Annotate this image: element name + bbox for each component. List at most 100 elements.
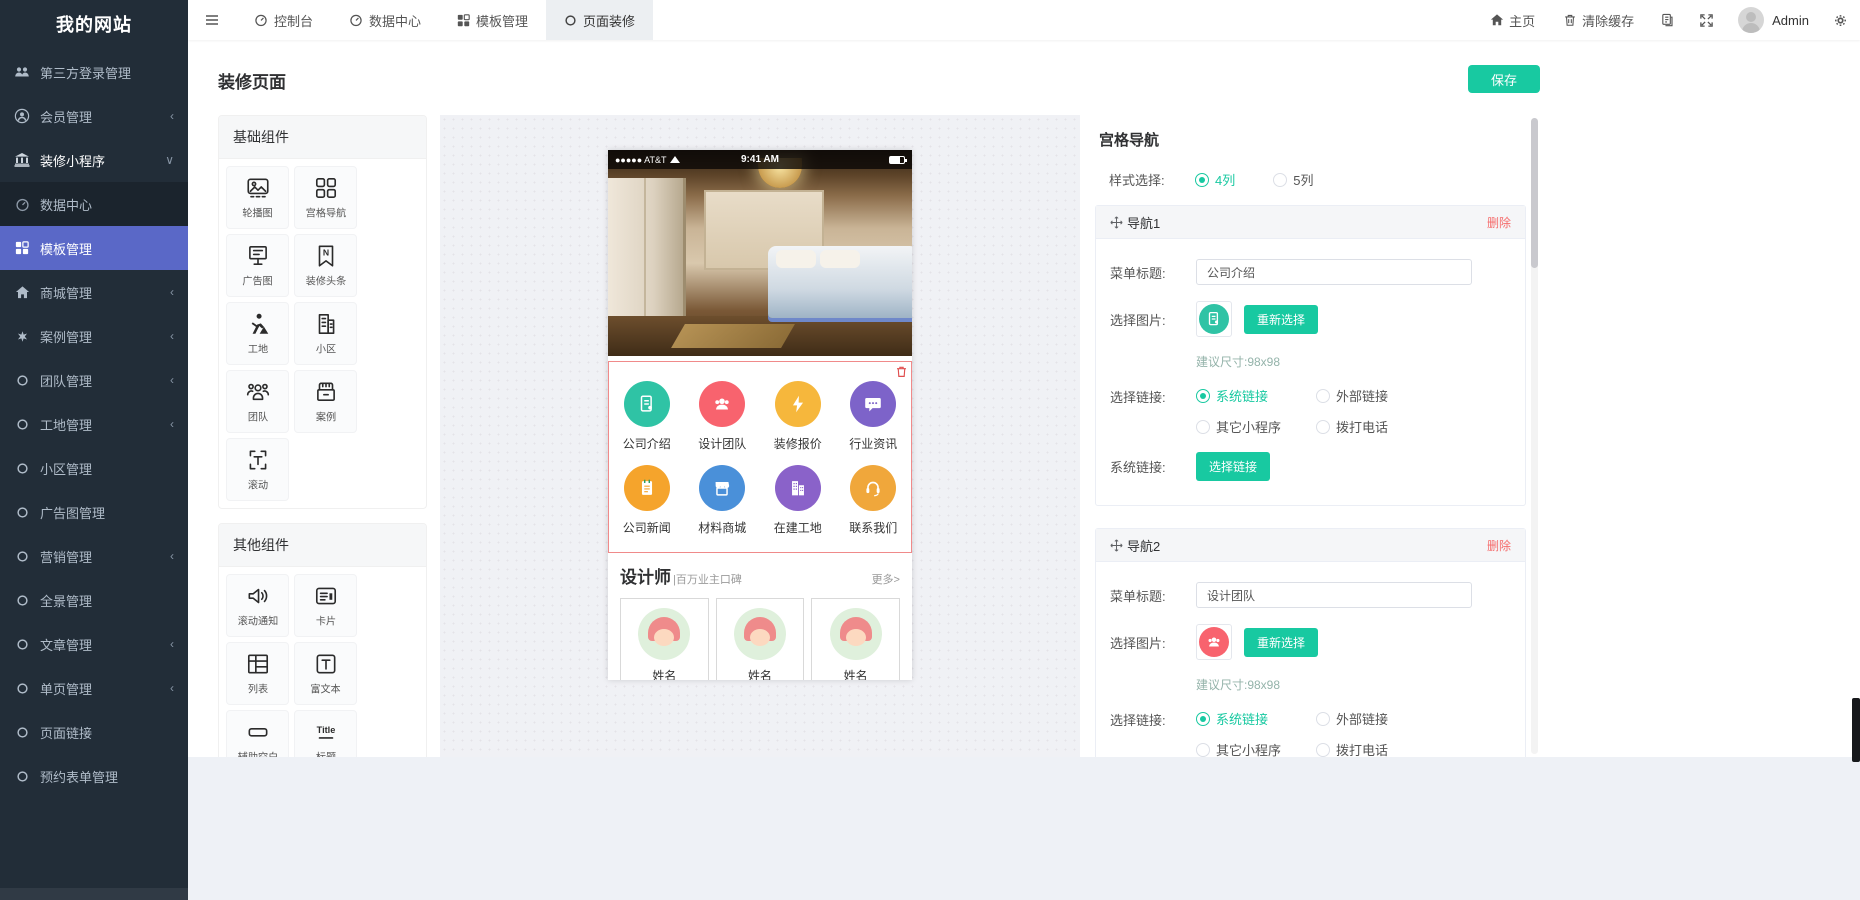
- component-tile-ad-image[interactable]: 广告图: [226, 234, 289, 297]
- grid-nav-item-contact-us[interactable]: 联系我们: [836, 456, 912, 540]
- choose-link-label: 选择链接:: [1096, 386, 1196, 406]
- designer-cards: 姓名 简介 查看作品 姓名 简介 查看作品 姓名 简介 查看作品: [620, 598, 900, 680]
- nav2-card-header[interactable]: 导航2 删除: [1096, 529, 1525, 562]
- grid-nav-item-material-mall[interactable]: 材料商城: [685, 456, 761, 540]
- company-intro-icon: [624, 381, 670, 427]
- grid-nav-label: 行业资讯: [849, 435, 897, 452]
- tab-template-manage[interactable]: 模板管理: [439, 0, 546, 40]
- nav1-radio-phone-call[interactable]: 拨打电话: [1316, 417, 1436, 436]
- grid-nav-item-industry-news[interactable]: 行业资讯: [836, 372, 912, 456]
- nav2-radio-system-link[interactable]: 系统链接: [1196, 709, 1316, 728]
- component-tile-spacer[interactable]: 辅助空白: [226, 710, 289, 757]
- grid-nav-item-company-news[interactable]: 公司新闻: [609, 456, 685, 540]
- tab-page-decorate[interactable]: 页面装修: [546, 0, 653, 40]
- component-tile-case[interactable]: 案例: [294, 370, 357, 433]
- nav2-rechoose-button[interactable]: 重新选择: [1244, 628, 1318, 657]
- nav1-image-thumb[interactable]: [1196, 301, 1232, 337]
- home-link[interactable]: 主页: [1476, 0, 1549, 40]
- nav1-rechoose-button[interactable]: 重新选择: [1244, 305, 1318, 334]
- component-tile-grid-nav[interactable]: 宫格导航: [294, 166, 357, 229]
- nav1-card: 导航1 删除 菜单标题: 选择图片: 重新选择: [1095, 205, 1526, 506]
- drag-move-icon[interactable]: [1110, 216, 1123, 229]
- component-tile-team[interactable]: 团队: [226, 370, 289, 433]
- clear-cache-link[interactable]: 清除缓存: [1549, 0, 1648, 40]
- nav1-radio-other-miniprogram[interactable]: 其它小程序: [1196, 417, 1316, 436]
- component-tile-headline[interactable]: N 装修头条: [294, 234, 357, 297]
- sidebar-item-label: 页面链接: [40, 723, 174, 742]
- sidebar-subitem-data-center[interactable]: 数据中心: [0, 182, 188, 226]
- component-tile-title[interactable]: Title 标题: [294, 710, 357, 757]
- fullscreen-icon[interactable]: [1687, 0, 1726, 40]
- delete-block-icon[interactable]: [895, 365, 908, 381]
- save-button[interactable]: 保存: [1468, 65, 1540, 93]
- grid-nav-block-selected[interactable]: 公司介绍 设计团队 装修报价: [608, 361, 912, 553]
- nav1-choose-link-button[interactable]: 选择链接: [1196, 452, 1270, 481]
- file-copy-icon[interactable]: [1648, 0, 1687, 40]
- nav1-radio-external-link[interactable]: 外部链接: [1316, 386, 1436, 405]
- designer-more-link[interactable]: 更多>: [872, 571, 900, 587]
- component-tile-carousel[interactable]: 轮播图: [226, 166, 289, 229]
- nav1-delete-link[interactable]: 删除: [1487, 214, 1511, 231]
- sidebar-item-booking-forms[interactable]: 预约表单管理: [0, 754, 188, 798]
- grid-nav-item-active-worksite[interactable]: 在建工地: [760, 456, 836, 540]
- designer-block[interactable]: 设计师 |百万业主口碑 更多> 姓名 简介 查看作品 姓名 简介: [608, 553, 912, 680]
- tab-console[interactable]: 控制台: [236, 0, 331, 40]
- window-scrollbar-thumb[interactable]: [1852, 698, 1860, 762]
- sidebar-item-label: 预约表单管理: [40, 767, 174, 786]
- banner-image[interactable]: 9:41 AM ●●●●● AT&T: [608, 150, 912, 356]
- sidebar-subitem-template-manage[interactable]: 模板管理: [0, 226, 188, 270]
- sidebar-item-cases[interactable]: 案例管理 ‹: [0, 314, 188, 358]
- sidebar-item-marketing[interactable]: 营销管理 ‹: [0, 534, 188, 578]
- nav2-radio-phone-call[interactable]: 拨打电话: [1316, 740, 1436, 757]
- nav1-radio-system-link[interactable]: 系统链接: [1196, 386, 1316, 405]
- radio-4-columns[interactable]: 4列: [1195, 170, 1235, 189]
- active-worksite-icon: [775, 465, 821, 511]
- grid-nav-item-design-team[interactable]: 设计团队: [685, 372, 761, 456]
- component-tile-community[interactable]: 小区: [294, 302, 357, 365]
- nav1-menu-title-input[interactable]: [1196, 259, 1472, 285]
- title-text-icon: Title: [313, 719, 339, 745]
- sidebar-item-decor-miniprogram[interactable]: 装修小程序 ∨: [0, 138, 188, 182]
- nav2-title: 导航2: [1127, 536, 1160, 555]
- radio-5-columns[interactable]: 5列: [1273, 170, 1313, 189]
- nav1-card-header[interactable]: 导航1 删除: [1096, 206, 1525, 239]
- sidebar-item-worksite[interactable]: 工地管理 ‹: [0, 402, 188, 446]
- contact-headset-icon: [850, 465, 896, 511]
- sidebar-item-articles[interactable]: 文章管理 ‹: [0, 622, 188, 666]
- tab-data-center[interactable]: 数据中心: [331, 0, 439, 40]
- component-tile-scroll-notice[interactable]: 滚动通知: [226, 574, 289, 637]
- tile-label: 滚动: [247, 477, 267, 492]
- nav1-title: 导航1: [1127, 213, 1160, 232]
- nav2-radio-external-link[interactable]: 外部链接: [1316, 709, 1436, 728]
- sidebar-item-third-party-login[interactable]: 第三方登录管理: [0, 50, 188, 94]
- grid-nav-item-quote[interactable]: 装修报价: [760, 372, 836, 456]
- sidebar-item-members[interactable]: 会员管理 ‹: [0, 94, 188, 138]
- drag-move-icon[interactable]: [1110, 539, 1123, 552]
- component-tile-worksite[interactable]: 工地: [226, 302, 289, 365]
- component-tile-list[interactable]: 列表: [226, 642, 289, 705]
- sidebar-item-panorama[interactable]: 全景管理: [0, 578, 188, 622]
- component-tile-scroll[interactable]: 滚动: [226, 438, 289, 501]
- chevron-left-icon: ‹: [170, 373, 174, 387]
- hamburger-icon[interactable]: [188, 0, 236, 40]
- grid-nav-item-company-intro[interactable]: 公司介绍: [609, 372, 685, 456]
- nav2-delete-link[interactable]: 删除: [1487, 537, 1511, 554]
- user-menu[interactable]: Admin: [1726, 7, 1821, 33]
- sidebar-item-community[interactable]: 小区管理: [0, 446, 188, 490]
- nav2-radio-other-miniprogram[interactable]: 其它小程序: [1196, 740, 1316, 757]
- sidebar-item-team[interactable]: 团队管理 ‹: [0, 358, 188, 402]
- nav2-image-thumb[interactable]: [1196, 624, 1232, 660]
- sidebar-item-page-links[interactable]: 页面链接: [0, 710, 188, 754]
- nav2-menu-title-input[interactable]: [1196, 582, 1472, 608]
- trash-icon: [1563, 13, 1577, 27]
- circle-o-icon: [14, 636, 30, 652]
- panel-scrollbar-thumb[interactable]: [1531, 118, 1538, 268]
- sidebar-item-single-page[interactable]: 单页管理 ‹: [0, 666, 188, 710]
- settings-gear-icon[interactable]: [1821, 0, 1860, 40]
- worker-icon: [245, 311, 271, 337]
- component-tile-richtext[interactable]: 富文本: [294, 642, 357, 705]
- choose-link-row: 选择链接: 系统链接 外部链接 其它小程序 拨打电话: [1096, 709, 1525, 757]
- sidebar-item-ad-images[interactable]: 广告图管理: [0, 490, 188, 534]
- component-tile-card[interactable]: 卡片: [294, 574, 357, 637]
- sidebar-item-mall[interactable]: 商城管理 ‹: [0, 270, 188, 314]
